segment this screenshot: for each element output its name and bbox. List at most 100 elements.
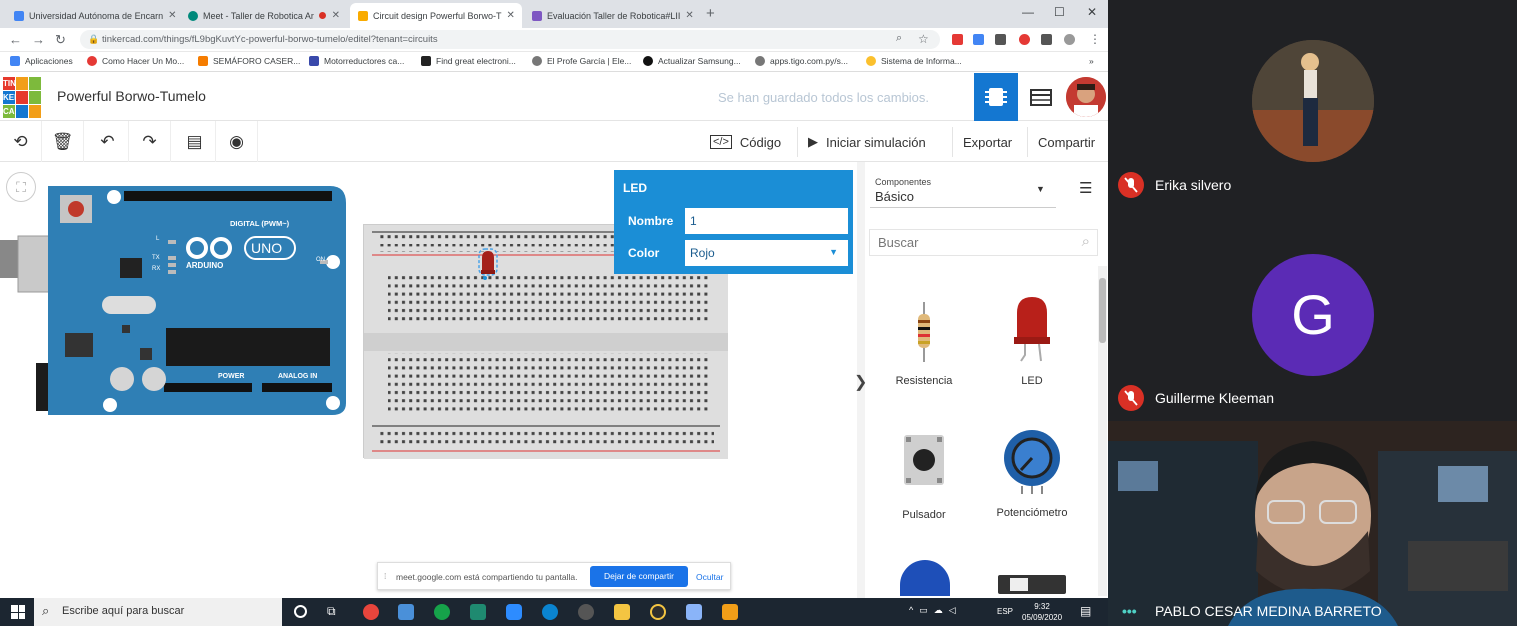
task-view-icon[interactable]: ⧉	[327, 604, 336, 619]
system-tray-icons[interactable]: ^▭☁◁	[909, 605, 962, 616]
start-simulation-button[interactable]: ▶ Iniciar simulación	[797, 127, 936, 157]
schematic-view-button[interactable]	[1020, 73, 1062, 121]
download-icon[interactable]	[995, 34, 1006, 45]
bookmark[interactable]: Sistema de Informa...	[866, 56, 962, 66]
components-select[interactable]: Componentes Básico ▼	[870, 172, 1056, 208]
menu-dots-icon[interactable]: ⋮	[1089, 32, 1101, 46]
extension-icon[interactable]	[973, 34, 984, 45]
component-label: Pulsador	[902, 509, 946, 521]
chrome-icon[interactable]	[363, 604, 379, 620]
chip-icon	[985, 88, 1007, 106]
drag-handle-icon[interactable]: ⁞	[384, 571, 386, 581]
circuit-view-button[interactable]	[974, 73, 1018, 121]
led-graphic	[478, 248, 498, 280]
name-field[interactable]: Nombre 1	[621, 207, 849, 235]
bookmark-label: apps.tigo.com.py/s...	[770, 56, 848, 66]
zoom-icon[interactable]: ⌕	[896, 32, 902, 45]
star-icon[interactable]: ☆	[918, 32, 929, 46]
file-explorer-icon[interactable]	[614, 604, 630, 620]
led-component[interactable]	[478, 248, 498, 280]
name-value[interactable]: 1	[690, 214, 697, 228]
maximize-icon[interactable]: ☐	[1054, 5, 1065, 19]
taskbar-search[interactable]: ⌕ Escribe aquí para buscar	[34, 598, 282, 626]
components-value: Básico	[875, 189, 915, 204]
close-icon[interactable]: ✕	[507, 10, 515, 21]
bookmark[interactable]: apps.tigo.com.py/s...	[755, 56, 848, 66]
bookmark-apps[interactable]: Aplicaciones	[10, 56, 73, 66]
component-resistor[interactable]: Resistencia	[869, 300, 979, 387]
bookmark[interactable]: El Profe García | Ele...	[532, 56, 631, 66]
rx-led-label: RX	[152, 266, 161, 272]
hide-button[interactable]: Ocultar	[696, 572, 723, 582]
app-icon[interactable]	[650, 604, 666, 620]
close-icon[interactable]: ✕	[685, 10, 693, 21]
tab-meet[interactable]: Meet - Taller de Robotica Ar ✕	[180, 3, 348, 28]
app-icon[interactable]	[578, 604, 594, 620]
component-potentiometer[interactable]: Potenciómetro	[977, 428, 1087, 519]
notes-icon[interactable]: ▤	[174, 121, 216, 162]
app-icon[interactable]	[686, 604, 702, 620]
component-led[interactable]: LED	[977, 295, 1087, 387]
screen: Universidad Autónoma de Encarn ✕ Meet - T…	[0, 0, 1517, 626]
export-button[interactable]: Exportar	[952, 127, 1022, 157]
back-icon[interactable]: ←	[9, 32, 22, 47]
scrollbar-thumb[interactable]	[1099, 278, 1106, 343]
component-search-input[interactable]: Buscar ⌕	[869, 229, 1098, 256]
extensions-puzzle-icon[interactable]	[1041, 34, 1052, 45]
app-icon[interactable]	[398, 604, 414, 620]
notification-icon[interactable]: ▤	[1080, 604, 1091, 618]
stop-sharing-button[interactable]: Dejar de compartir	[590, 566, 688, 587]
tab-tinkercad[interactable]: Circuit design Powerful Borwo-T ✕	[350, 3, 522, 28]
undo-icon[interactable]: ↶	[87, 121, 129, 162]
component-slide-switch[interactable]	[998, 575, 1066, 594]
bookmark[interactable]: Como Hacer Un Mo...	[87, 56, 184, 66]
cortana-icon[interactable]	[294, 605, 307, 618]
tinkercad-logo[interactable]: TIN KER CAD	[3, 77, 41, 118]
chevron-right-icon[interactable]: ❯	[854, 372, 867, 392]
site-icon	[198, 56, 208, 66]
logo-cell	[16, 105, 28, 118]
delete-icon[interactable]: 🗑	[42, 121, 84, 162]
user-avatar[interactable]	[1066, 77, 1106, 117]
bookmark[interactable]: Actualizar Samsung...	[643, 56, 741, 66]
color-label: Color	[622, 240, 685, 266]
bookmark[interactable]: Find great electroni...	[421, 56, 516, 66]
language-indicator[interactable]: ESP	[997, 607, 1013, 616]
extension-icon[interactable]	[1019, 34, 1030, 45]
app-icon[interactable]	[434, 604, 450, 620]
apps-grid-icon	[10, 56, 20, 66]
color-select[interactable]: Color Rojo ▼	[621, 239, 849, 267]
new-tab-button[interactable]: +	[706, 5, 715, 22]
close-icon[interactable]: ✕	[168, 10, 176, 21]
share-button[interactable]: Compartir	[1027, 127, 1105, 157]
reload-icon[interactable]: ↻	[55, 32, 66, 48]
rotate-icon[interactable]: ⟲	[0, 121, 42, 162]
pushbutton-icon	[904, 435, 944, 485]
tab-university[interactable]: Universidad Autónoma de Encarn ✕	[6, 3, 178, 28]
close-icon[interactable]: ✕	[332, 10, 340, 21]
windows-start-icon[interactable]	[11, 605, 25, 619]
tab-evaluacion[interactable]: Evaluación Taller de Robotica#LII ✕	[524, 3, 696, 28]
bookmark[interactable]: Motorreductores ca...	[309, 56, 404, 66]
minimize-icon[interactable]: —	[1022, 5, 1034, 19]
redo-icon[interactable]: ↷	[129, 121, 171, 162]
extension-icon[interactable]	[952, 34, 963, 45]
profile-icon[interactable]	[1064, 34, 1075, 45]
zoom-icon[interactable]	[506, 604, 522, 620]
app-icon[interactable]	[722, 604, 738, 620]
visibility-icon[interactable]: ◉	[216, 121, 258, 162]
more-bookmarks-icon[interactable]: »	[1089, 56, 1094, 66]
window-close-icon[interactable]: ✕	[1087, 5, 1097, 19]
address-bar[interactable]: 🔒 tinkercad.com/things/fL9bgKuvtYc-powerf…	[80, 30, 940, 49]
bookmark[interactable]: SEMÁFORO CASER...	[198, 56, 300, 66]
list-view-icon[interactable]: ☰	[1079, 179, 1092, 197]
forward-icon[interactable]: →	[32, 32, 45, 47]
clock-time: 9:32	[1034, 602, 1050, 611]
code-button[interactable]: </> Código	[700, 127, 791, 157]
component-pushbutton[interactable]: Pulsador	[869, 430, 979, 521]
clock[interactable]: 9:32 05/09/2020	[1022, 601, 1062, 623]
app-icon[interactable]	[470, 604, 486, 620]
project-title[interactable]: Powerful Borwo-Tumelo	[57, 88, 206, 104]
edge-icon[interactable]	[542, 604, 558, 620]
arduino-uno-board[interactable]: DIGITAL (PWM~) ARDUINO UNO POWER ANALOG …	[0, 183, 350, 418]
